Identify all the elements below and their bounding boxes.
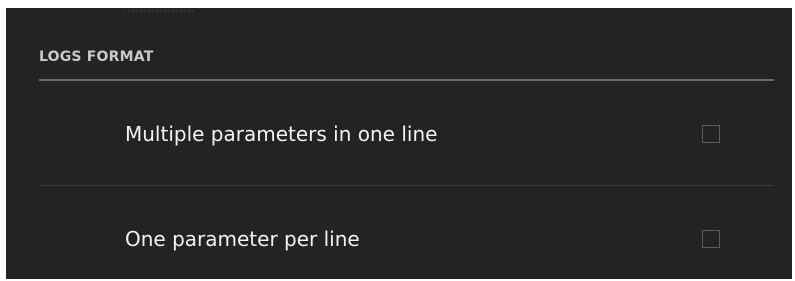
row-divider [39, 185, 774, 186]
pref-multiple-parameters-one-line[interactable]: Multiple parameters in one line [39, 84, 774, 184]
section-header-logs-format: LOGS FORMAT [39, 49, 154, 65]
multiple-parameters-checkbox[interactable] [702, 125, 720, 143]
pref-one-parameter-per-line[interactable]: One parameter per line [39, 189, 774, 279]
one-parameter-checkbox[interactable] [702, 230, 720, 248]
pref-label: One parameter per line [125, 227, 360, 251]
preferences-screen: LOGS FORMAT Multiple parameters in one l… [6, 8, 792, 279]
pref-label: Multiple parameters in one line [125, 122, 438, 146]
previous-item-edge [124, 8, 194, 12]
section-divider [39, 79, 774, 81]
